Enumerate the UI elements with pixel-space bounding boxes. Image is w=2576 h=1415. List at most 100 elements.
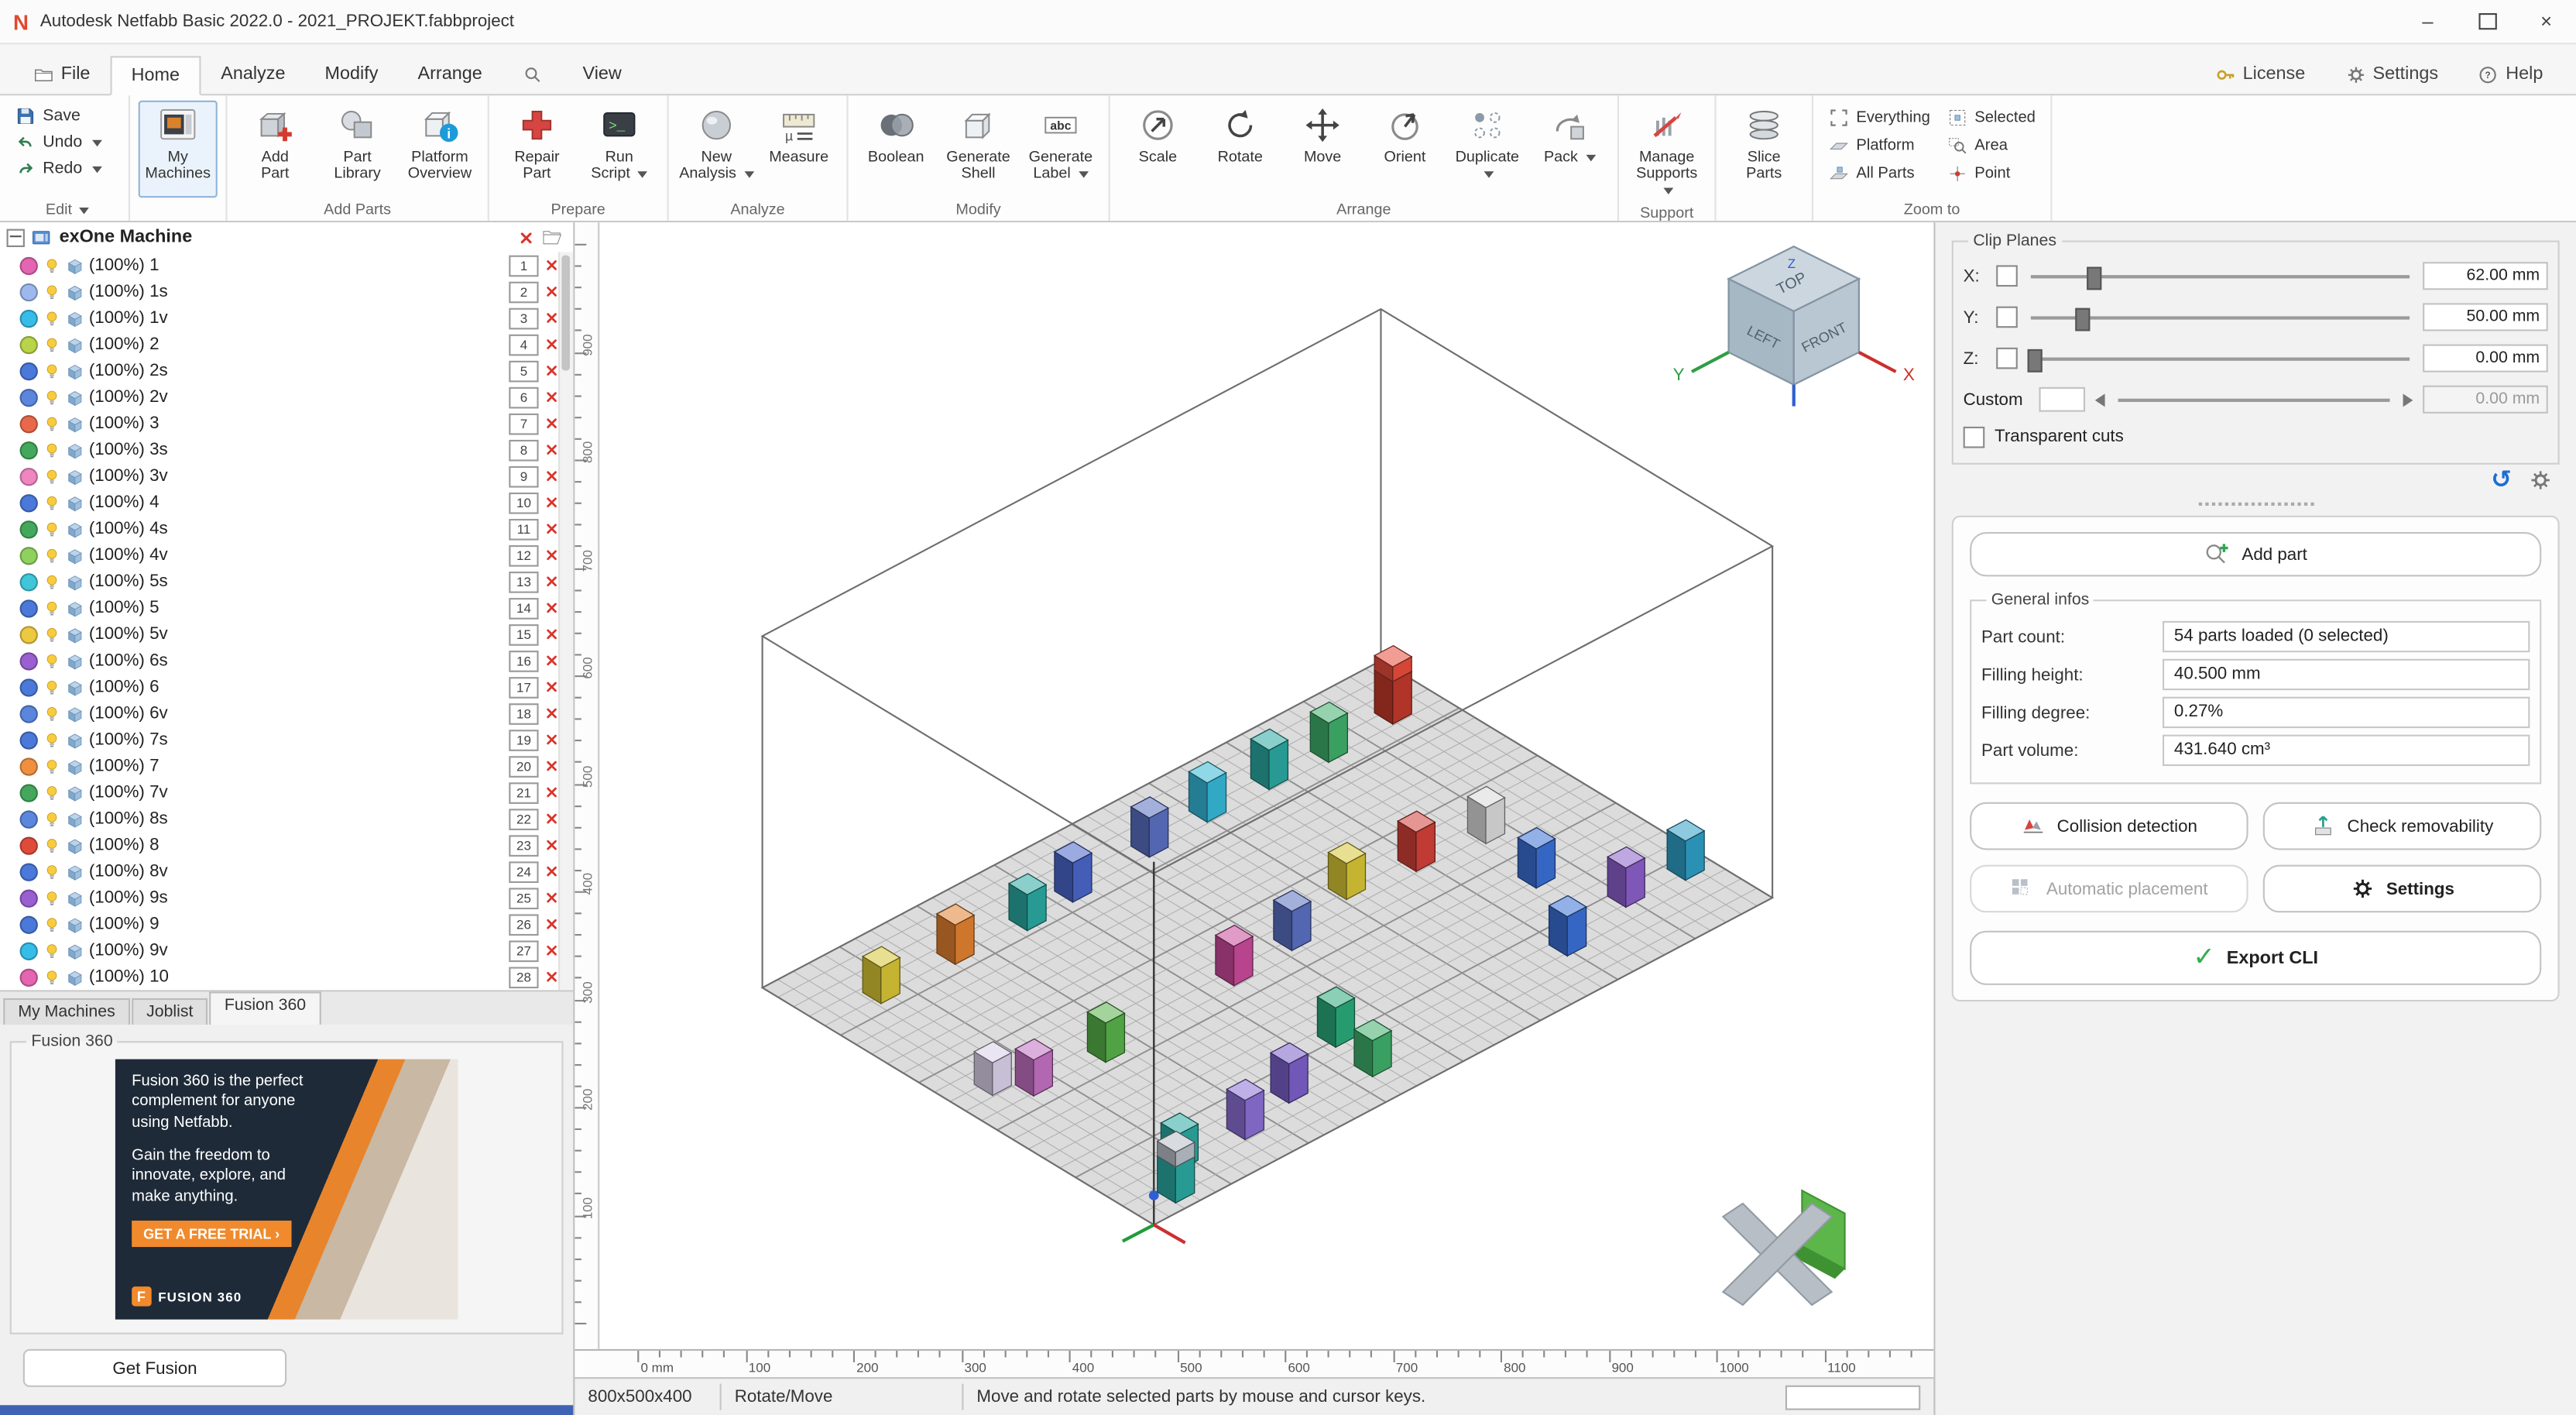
move-button[interactable]: Move: [1283, 101, 1362, 197]
clip-y-checkbox[interactable]: [1996, 307, 2018, 328]
add-part-button[interactable]: AddPart: [235, 101, 314, 197]
menu-tab-modify[interactable]: Modify: [305, 54, 398, 94]
delete-part-button[interactable]: [544, 784, 560, 800]
part-cube[interactable]: [1374, 646, 1411, 724]
delete-part-button[interactable]: [544, 415, 560, 431]
tree-item[interactable]: (100%) 9v27: [20, 937, 574, 963]
boolean-button[interactable]: Boolean: [856, 101, 935, 197]
tree-scrollbar-thumb[interactable]: [561, 256, 570, 371]
clip-settings-button[interactable]: [2528, 468, 2553, 493]
part-count-box[interactable]: 3: [509, 307, 538, 329]
visibility-toggle[interactable]: [43, 915, 60, 932]
menu-tab-arrange[interactable]: Arrange: [398, 54, 502, 94]
part-count-box[interactable]: 15: [509, 623, 538, 645]
generate-shell-button[interactable]: GenerateShell: [939, 101, 1018, 197]
part-count-box[interactable]: 21: [509, 781, 538, 803]
panel-tab-joblist[interactable]: Joblist: [132, 998, 208, 1025]
visibility-toggle[interactable]: [43, 704, 60, 722]
part-cube[interactable]: [1250, 729, 1288, 789]
menu-tab-search[interactable]: [502, 54, 563, 94]
fusion-trial-button[interactable]: GET A FREE TRIAL ›: [132, 1221, 291, 1247]
clip-y-slider[interactable]: [2028, 304, 2413, 330]
slice-parts-button[interactable]: SliceParts: [1724, 101, 1803, 197]
delete-part-button[interactable]: [544, 652, 560, 668]
menu-help-button[interactable]: ?Help: [2458, 54, 2563, 94]
delete-part-button[interactable]: [544, 283, 560, 300]
menu-settings-button[interactable]: Settings: [2325, 54, 2458, 94]
visibility-toggle[interactable]: [43, 651, 60, 669]
clip-y-slider-handle[interactable]: [2076, 307, 2091, 331]
add-part-panel-button[interactable]: Add part: [1970, 532, 2541, 576]
panel-tab-my-machines[interactable]: My Machines: [3, 998, 130, 1025]
visibility-toggle[interactable]: [43, 862, 60, 880]
orient-button[interactable]: Orient: [1365, 101, 1444, 197]
part-count-box[interactable]: 26: [509, 913, 538, 935]
part-cube[interactable]: [1216, 926, 1253, 986]
tree-item[interactable]: (100%) 4v12: [20, 542, 574, 568]
platform-overview-button[interactable]: iPlatformOverview: [400, 101, 479, 197]
duplicate-button[interactable]: Duplicate: [1448, 101, 1527, 197]
tree-item[interactable]: (100%) 6v18: [20, 700, 574, 726]
part-cube[interactable]: [1087, 1002, 1124, 1063]
remove-machine-button[interactable]: [517, 228, 535, 248]
part-count-box[interactable]: 1: [509, 255, 538, 276]
part-cube[interactable]: [1131, 797, 1168, 857]
part-cube[interactable]: [1158, 1132, 1195, 1203]
visibility-toggle[interactable]: [43, 414, 60, 432]
delete-part-button[interactable]: [544, 863, 560, 879]
visibility-toggle[interactable]: [43, 335, 60, 353]
undo-button[interactable]: Undo: [15, 130, 120, 155]
settings-button[interactable]: Settings: [2263, 865, 2541, 913]
export-cli-button[interactable]: ✓ Export CLI: [1970, 931, 2541, 985]
part-cube[interactable]: [1607, 847, 1645, 908]
part-cube[interactable]: [1274, 890, 1311, 950]
tree-item[interactable]: (100%) 410: [20, 489, 574, 516]
part-cube[interactable]: [1549, 895, 1586, 956]
measure-button[interactable]: µMeasure: [760, 101, 839, 197]
minimize-button[interactable]: –: [2398, 0, 2458, 43]
visibility-toggle[interactable]: [43, 968, 60, 986]
clip-custom-slider[interactable]: [2115, 386, 2392, 413]
part-cube[interactable]: [1467, 786, 1504, 843]
part-count-box[interactable]: 9: [509, 465, 538, 487]
delete-part-button[interactable]: [544, 336, 560, 352]
visibility-toggle[interactable]: [43, 783, 60, 801]
clip-z-checkbox[interactable]: [1996, 348, 2018, 369]
part-count-box[interactable]: 18: [509, 702, 538, 724]
delete-part-button[interactable]: [544, 494, 560, 510]
part-cube[interactable]: [1354, 1019, 1391, 1077]
clip-custom-left-arrow[interactable]: [2095, 393, 2105, 406]
part-count-box[interactable]: 25: [509, 887, 538, 908]
clip-y-value[interactable]: 50.00 mm: [2423, 303, 2548, 331]
tree-item[interactable]: (100%) 11: [20, 252, 574, 278]
visibility-toggle[interactable]: [43, 520, 60, 537]
zoom-platform-button[interactable]: Platform: [1828, 135, 1930, 156]
tree-collapse-toggle[interactable]: [7, 228, 25, 246]
delete-part-button[interactable]: [544, 362, 560, 379]
part-count-box[interactable]: 6: [509, 386, 538, 408]
tree-item[interactable]: (100%) 3v9: [20, 463, 574, 489]
rotate-button[interactable]: Rotate: [1201, 101, 1280, 197]
tree-item[interactable]: (100%) 1028: [20, 963, 574, 990]
generate-label-button[interactable]: abcGenerateLabel: [1021, 101, 1100, 197]
delete-part-button[interactable]: [544, 731, 560, 747]
menu-license-button[interactable]: License: [2195, 54, 2325, 94]
clip-custom-field[interactable]: [2039, 387, 2085, 412]
delete-part-button[interactable]: [544, 573, 560, 589]
zoom-everything-button[interactable]: Everything: [1828, 107, 1930, 129]
part-count-box[interactable]: 13: [509, 571, 538, 592]
delete-part-button[interactable]: [544, 916, 560, 932]
part-count-box[interactable]: 14: [509, 597, 538, 619]
part-cube[interactable]: [1667, 819, 1704, 880]
delete-part-button[interactable]: [544, 389, 560, 405]
clip-custom-value[interactable]: 0.00 mm: [2423, 386, 2548, 414]
pack-button[interactable]: Pack: [1530, 101, 1609, 197]
delete-part-button[interactable]: [544, 890, 560, 906]
tree-item[interactable]: (100%) 617: [20, 674, 574, 700]
part-count-box[interactable]: 19: [509, 729, 538, 750]
part-cube[interactable]: [1317, 987, 1354, 1047]
part-count-box[interactable]: 10: [509, 492, 538, 513]
visibility-toggle[interactable]: [43, 362, 60, 380]
delete-part-button[interactable]: [544, 705, 560, 721]
visibility-toggle[interactable]: [43, 809, 60, 827]
